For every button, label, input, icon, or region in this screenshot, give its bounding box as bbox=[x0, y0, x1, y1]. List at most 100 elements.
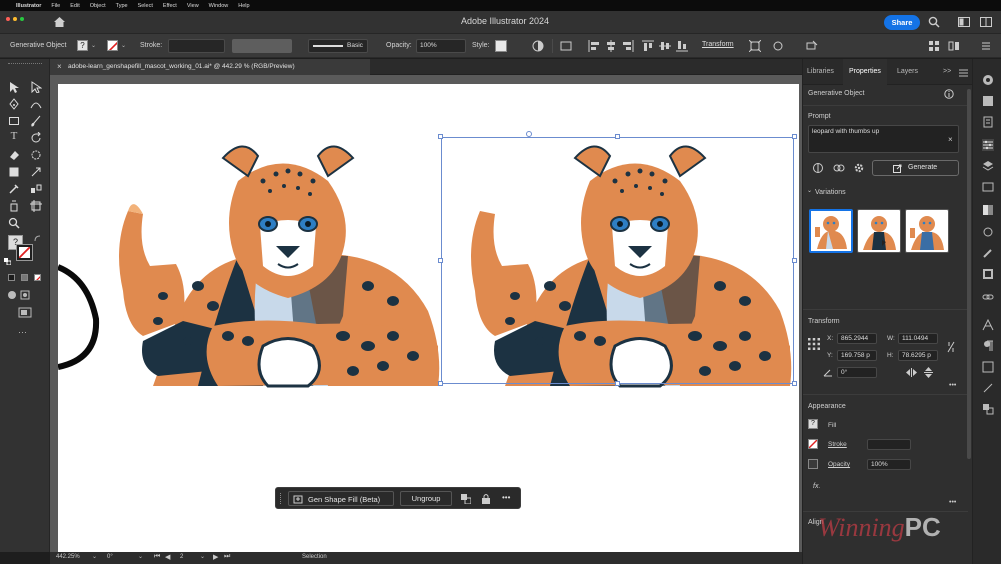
transform-button[interactable]: Transform bbox=[702, 41, 734, 48]
taskbar-grip[interactable] bbox=[280, 493, 282, 504]
gear-icon[interactable] bbox=[853, 162, 865, 174]
gen-shape-fill-button[interactable]: Gen Shape Fill (Beta) bbox=[288, 491, 394, 506]
menu-illustrator[interactable]: Illustrator bbox=[16, 3, 41, 9]
menu-select[interactable]: Select bbox=[138, 3, 153, 9]
align-to-icon[interactable] bbox=[560, 40, 572, 52]
menu-type[interactable]: Type bbox=[116, 3, 128, 9]
flip-vertical-icon[interactable] bbox=[924, 367, 933, 378]
toolbar-grip[interactable] bbox=[8, 63, 42, 65]
variable-width-field[interactable] bbox=[232, 39, 292, 53]
add-effect-button[interactable]: fx. bbox=[813, 483, 820, 490]
align-bottom-icon[interactable] bbox=[676, 40, 688, 52]
free-transform-tool-icon[interactable] bbox=[8, 166, 20, 178]
clear-prompt-icon[interactable]: × bbox=[948, 135, 953, 144]
last-artboard-icon[interactable]: ⏭ bbox=[224, 553, 230, 561]
menu-help[interactable]: Help bbox=[238, 3, 249, 9]
appearance-icon[interactable] bbox=[982, 268, 994, 280]
chevron-down-icon[interactable]: ⌄ bbox=[121, 42, 126, 49]
draw-normal-icon[interactable] bbox=[7, 290, 17, 300]
next-artboard-icon[interactable]: ▶ bbox=[213, 553, 218, 561]
gradient-mode-button[interactable] bbox=[21, 274, 28, 281]
document-tab[interactable]: × adobe-learn_genshapefill_mascot_workin… bbox=[50, 59, 370, 75]
pathfinder-icon[interactable] bbox=[982, 403, 994, 415]
info-icon[interactable] bbox=[944, 89, 954, 99]
rectangle-tool-icon[interactable] bbox=[8, 115, 20, 127]
tab-properties[interactable]: Properties bbox=[843, 59, 887, 85]
align-middle-icon[interactable] bbox=[659, 40, 671, 52]
brush-definition-field[interactable]: Basic bbox=[308, 39, 368, 53]
align-center-icon[interactable] bbox=[605, 40, 617, 52]
zoom-tool-icon[interactable] bbox=[8, 217, 20, 229]
panel-menu-icon[interactable] bbox=[981, 41, 991, 51]
swap-fill-stroke-icon[interactable] bbox=[34, 235, 41, 242]
direct-selection-tool-icon[interactable] bbox=[30, 81, 42, 93]
close-window-button[interactable] bbox=[6, 17, 10, 21]
leopard-mascot-illustration[interactable] bbox=[88, 136, 443, 388]
artboard-tool-icon[interactable] bbox=[30, 200, 42, 212]
edit-toolbar-button[interactable]: ··· bbox=[18, 327, 27, 337]
panel-overflow-button[interactable]: >> bbox=[943, 68, 951, 75]
opacity-field[interactable]: 100% bbox=[867, 459, 911, 470]
menu-object[interactable]: Object bbox=[90, 3, 106, 9]
paragraph-icon[interactable] bbox=[982, 340, 994, 352]
w-field[interactable]: 111.0494 bbox=[898, 333, 938, 344]
reference-point-icon[interactable] bbox=[808, 338, 820, 350]
paintbrush-tool-icon[interactable] bbox=[30, 115, 42, 127]
rotation-field[interactable]: 0° bbox=[107, 554, 113, 560]
lock-icon[interactable] bbox=[481, 493, 491, 504]
stroke-swatch[interactable] bbox=[107, 40, 118, 51]
arrange-documents-icon[interactable] bbox=[958, 17, 970, 27]
properties-icon[interactable] bbox=[982, 139, 994, 151]
swatches-icon[interactable] bbox=[982, 95, 994, 107]
type-tool-icon[interactable]: T bbox=[8, 130, 20, 142]
opacity-field[interactable]: 100% bbox=[416, 39, 466, 53]
shape-strength-icon[interactable] bbox=[812, 162, 824, 174]
style-reference-icon[interactable] bbox=[833, 162, 845, 174]
shape-mode-icon[interactable] bbox=[772, 40, 784, 52]
x-field[interactable]: 865.2944 bbox=[837, 333, 877, 344]
menu-effect[interactable]: Effect bbox=[163, 3, 177, 9]
menu-edit[interactable]: Edit bbox=[70, 3, 79, 9]
draw-behind-icon[interactable] bbox=[20, 290, 30, 300]
bbox-handle-ml[interactable] bbox=[438, 258, 443, 263]
more-transform-options[interactable]: ••• bbox=[949, 382, 956, 389]
eraser-tool-icon[interactable] bbox=[8, 149, 20, 161]
color-mode-button[interactable] bbox=[8, 274, 15, 281]
chevron-down-icon[interactable]: ⌄ bbox=[807, 187, 812, 194]
generate-button[interactable]: Generate bbox=[872, 160, 959, 176]
bbox-handle-tr[interactable] bbox=[792, 134, 797, 139]
symbol-sprayer-tool-icon[interactable] bbox=[8, 200, 20, 212]
first-artboard-icon[interactable]: ⏮ bbox=[154, 553, 160, 561]
chevron-down-icon[interactable]: ⌄ bbox=[92, 553, 97, 560]
stroke-indicator[interactable] bbox=[16, 244, 33, 261]
tab-libraries[interactable]: Libraries bbox=[807, 68, 834, 75]
constrain-proportions-icon[interactable] bbox=[946, 341, 956, 353]
bbox-handle-br[interactable] bbox=[792, 381, 797, 386]
eyedropper-tool-icon[interactable] bbox=[8, 183, 20, 195]
align-right-icon[interactable] bbox=[622, 40, 634, 52]
chevron-down-icon[interactable]: ⌄ bbox=[138, 553, 143, 560]
recolor-artwork-icon[interactable] bbox=[532, 40, 544, 52]
pen-tool-icon[interactable] bbox=[8, 98, 20, 110]
style-swatch[interactable] bbox=[495, 40, 507, 52]
opacity-label[interactable]: Opacity bbox=[828, 461, 850, 468]
stroke-weight-field[interactable] bbox=[867, 439, 911, 450]
fill-swatch[interactable]: ? bbox=[77, 40, 88, 51]
screen-mode-icon[interactable] bbox=[18, 307, 32, 318]
zoom-window-button[interactable] bbox=[20, 17, 24, 21]
arrange-objects-icon[interactable] bbox=[461, 494, 471, 504]
stroke-label[interactable]: Stroke bbox=[828, 441, 847, 448]
variations-label[interactable]: Variations bbox=[815, 189, 846, 196]
bbox-handle-tm[interactable] bbox=[615, 134, 620, 139]
variation-thumbnail-1[interactable] bbox=[809, 209, 853, 253]
bbox-handle-mr[interactable] bbox=[792, 258, 797, 263]
h-field[interactable]: 78.6295 p bbox=[898, 350, 938, 361]
tab-layers[interactable]: Layers bbox=[897, 68, 918, 75]
appearance-opacity-swatch[interactable] bbox=[808, 459, 818, 469]
symbols-icon[interactable] bbox=[982, 226, 994, 238]
artboard[interactable]: Gen Shape Fill (Beta) Ungroup ••• bbox=[58, 84, 799, 552]
panel-scrollbar[interactable] bbox=[967, 89, 971, 459]
bbox-handle-bl[interactable] bbox=[438, 381, 443, 386]
minimize-window-button[interactable] bbox=[13, 17, 17, 21]
variation-thumbnail-3[interactable] bbox=[905, 209, 949, 253]
